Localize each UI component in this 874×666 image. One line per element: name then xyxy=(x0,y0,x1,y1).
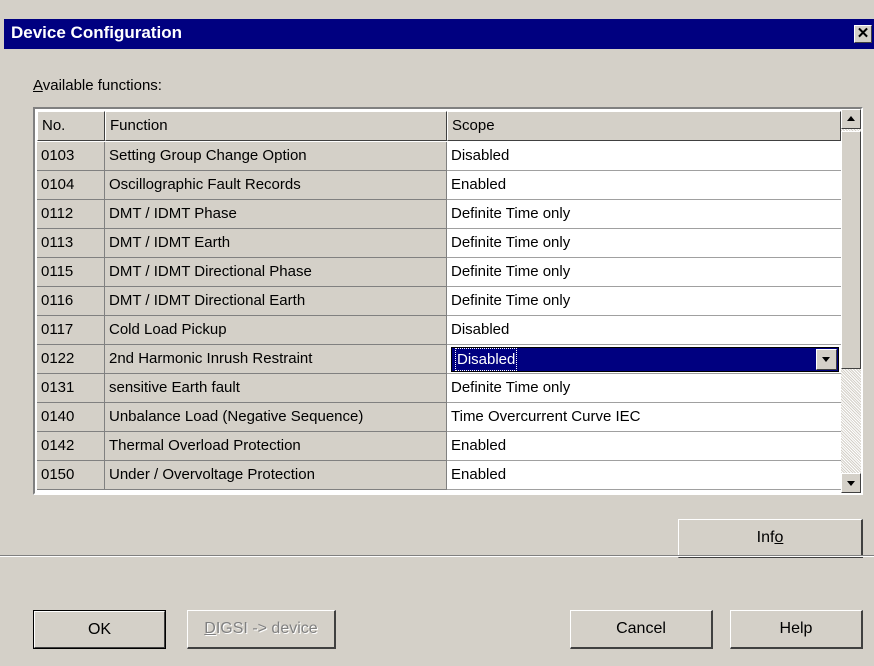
info-accelerator: o xyxy=(774,529,784,546)
functions-grid: No. Function Scope 0103 Setting Group Cha… xyxy=(35,109,841,493)
cell-scope[interactable]: Enabled xyxy=(447,171,841,200)
scrollbar-thumb[interactable] xyxy=(841,131,861,369)
ok-button[interactable]: OK xyxy=(33,610,166,649)
cell-function: Thermal Overload Protection xyxy=(105,432,447,461)
cell-function: 2nd Harmonic Inrush Restraint xyxy=(105,345,447,374)
functions-table: No. Function Scope 0103 Setting Group Cha… xyxy=(33,107,863,495)
cell-no: 0112 xyxy=(37,200,105,229)
table-row[interactable]: 0103 Setting Group Change Option Disabled xyxy=(35,142,841,171)
scope-dropdown-value: Disabled xyxy=(455,348,518,371)
cell-scope[interactable]: Enabled xyxy=(447,432,841,461)
table-row[interactable]: 0115 DMT / IDMT Directional Phase Definite… xyxy=(35,258,841,287)
cell-no: 0142 xyxy=(37,432,105,461)
scroll-down-button[interactable] xyxy=(841,473,861,493)
cell-scope[interactable]: Definite Time only xyxy=(447,287,841,316)
info-button[interactable]: Info xyxy=(678,519,863,558)
dialog-title: Device Configuration xyxy=(11,23,182,42)
table-row[interactable]: 0116 DMT / IDMT Directional Earth Definite… xyxy=(35,287,841,316)
cell-function: Cold Load Pickup xyxy=(105,316,447,345)
cell-scope[interactable]: Definite Time only xyxy=(447,200,841,229)
cell-scope[interactable]: Definite Time only xyxy=(447,374,841,403)
column-header-scope[interactable]: Scope xyxy=(447,111,841,141)
cell-no: 0150 xyxy=(37,461,105,490)
cell-function: DMT / IDMT Earth xyxy=(105,229,447,258)
cell-scope[interactable]: Definite Time only xyxy=(447,258,841,287)
scope-dropdown[interactable]: Disabled xyxy=(451,347,839,372)
cell-function: sensitive Earth fault xyxy=(105,374,447,403)
cancel-button-label: Cancel xyxy=(616,620,666,637)
table-row[interactable]: 0122 2nd Harmonic Inrush Restraint Disable… xyxy=(35,345,841,374)
arrow-up-icon xyxy=(847,116,855,121)
accelerator-a: A xyxy=(33,77,43,94)
ok-button-label: OK xyxy=(34,611,165,648)
help-button[interactable]: Help xyxy=(730,610,863,649)
cell-no: 0104 xyxy=(37,171,105,200)
table-row[interactable]: 0150 Under / Overvoltage Protection Enable… xyxy=(35,461,841,490)
available-functions-label-text: vailable functions: xyxy=(42,77,162,94)
cancel-button[interactable]: Cancel xyxy=(570,610,713,649)
scroll-up-button[interactable] xyxy=(841,109,861,129)
table-row[interactable]: 0104 Oscillographic Fault Records Enabled xyxy=(35,171,841,200)
chevron-down-icon xyxy=(822,357,830,362)
cell-scope[interactable]: Definite Time only xyxy=(447,229,841,258)
cell-no: 0116 xyxy=(37,287,105,316)
table-row[interactable]: 0142 Thermal Overload Protection Enabled xyxy=(35,432,841,461)
cell-no: 0117 xyxy=(37,316,105,345)
cell-function: Under / Overvoltage Protection xyxy=(105,461,447,490)
digsi-to-device-button: DIGSI -> device xyxy=(187,610,336,649)
device-configuration-dialog: Device Configuration ✕ Available functio… xyxy=(0,0,874,666)
digsi-accelerator: D xyxy=(204,620,216,637)
cell-function: Unbalance Load (Negative Sequence) xyxy=(105,403,447,432)
cell-no: 0131 xyxy=(37,374,105,403)
title-bar: Device Configuration ✕ xyxy=(4,19,874,49)
table-row[interactable]: 0117 Cold Load Pickup Disabled xyxy=(35,316,841,345)
available-functions-label: Available functions: xyxy=(33,77,162,94)
close-icon: ✕ xyxy=(856,25,870,42)
dropdown-arrow-button[interactable] xyxy=(816,349,837,370)
arrow-down-icon xyxy=(847,481,855,486)
close-button[interactable]: ✕ xyxy=(854,25,872,43)
digsi-button-label: IGSI -> device xyxy=(215,620,318,637)
cell-scope[interactable]: Time Overcurrent Curve IEC xyxy=(447,403,841,432)
cell-no: 0113 xyxy=(37,229,105,258)
help-button-label: Help xyxy=(779,620,813,637)
separator xyxy=(0,555,874,557)
column-header-no[interactable]: No. xyxy=(37,111,105,141)
table-row[interactable]: 0140 Unbalance Load (Negative Sequence) Ti… xyxy=(35,403,841,432)
cell-no: 0140 xyxy=(37,403,105,432)
cell-function: DMT / IDMT Directional Phase xyxy=(105,258,447,287)
info-button-label: Inf xyxy=(756,529,775,546)
scope-cell: Disabled xyxy=(447,345,841,374)
cell-scope[interactable]: Disabled xyxy=(447,142,841,171)
vertical-scrollbar[interactable] xyxy=(841,109,861,493)
cell-no: 0122 xyxy=(37,345,105,374)
cell-no: 0115 xyxy=(37,258,105,287)
cell-function: DMT / IDMT Directional Earth xyxy=(105,287,447,316)
cell-function: Oscillographic Fault Records xyxy=(105,171,447,200)
column-header-function[interactable]: Function xyxy=(105,111,447,141)
table-row[interactable]: 0131 sensitive Earth fault Definite Time o… xyxy=(35,374,841,403)
cell-function: Setting Group Change Option xyxy=(105,142,447,171)
table-row[interactable]: 0112 DMT / IDMT Phase Definite Time only xyxy=(35,200,841,229)
cell-scope[interactable]: Disabled xyxy=(447,316,841,345)
cell-scope[interactable]: Enabled xyxy=(447,461,841,490)
table-row[interactable]: 0113 DMT / IDMT Earth Definite Time only xyxy=(35,229,841,258)
cell-no: 0103 xyxy=(37,142,105,171)
cell-function: DMT / IDMT Phase xyxy=(105,200,447,229)
